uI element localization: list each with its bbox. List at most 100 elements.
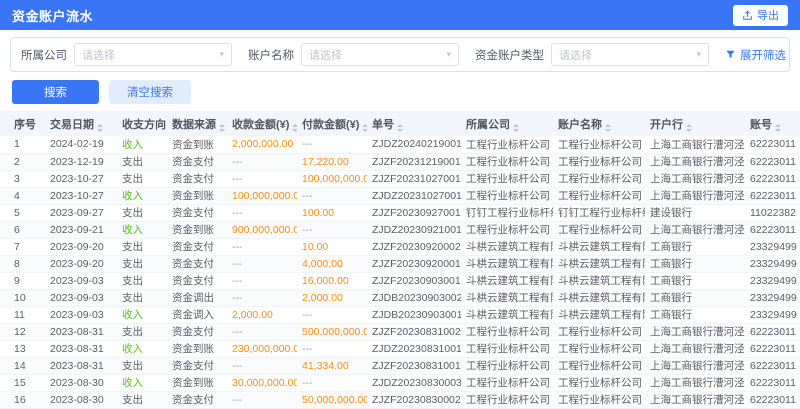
cell-company: 斗栱云建筑工程有限公司 bbox=[461, 289, 553, 306]
table-row[interactable]: 132023-08-31收入资金到账230,000,000.00---ZJDZ2… bbox=[0, 340, 800, 357]
cell-account_no: 23329499 bbox=[745, 306, 800, 323]
col-account_no[interactable]: 账号 bbox=[745, 111, 800, 136]
table-row[interactable]: 72023-09-20支出资金支付---10.00ZJZF20230920002… bbox=[0, 238, 800, 255]
cell-bank: 上海工商银行漕河泾支行 bbox=[645, 187, 745, 204]
table-row[interactable]: 152023-08-30收入资金到账30,000,000.00---ZJDZ20… bbox=[0, 374, 800, 391]
expand-filter-link[interactable]: 展开筛选 bbox=[725, 47, 786, 63]
table-row[interactable]: 162023-08-30支出资金支付---50,000,000.00ZJZF20… bbox=[0, 391, 800, 408]
cell-bank: 上海工商银行漕河泾支行 bbox=[645, 323, 745, 340]
cell-date: 2023-08-30 bbox=[45, 374, 117, 391]
cell-date: 2023-09-20 bbox=[45, 255, 117, 272]
cell-order_no: ZJZF20231219001 bbox=[367, 153, 461, 170]
cell-date: 2023-09-20 bbox=[45, 238, 117, 255]
col-out_amount[interactable]: 付款金额(¥) bbox=[297, 111, 367, 136]
table-row[interactable]: 12024-02-19收入资金到账2,000,000.00---ZJDZ2024… bbox=[0, 136, 800, 153]
cell-bank: 上海工商银行漕河泾支行 bbox=[645, 136, 745, 153]
chevron-down-icon: ▾ bbox=[219, 49, 224, 60]
table-row[interactable]: 122023-08-31支出资金支付---500,000,000.00ZJZF2… bbox=[0, 323, 800, 340]
flow-table: 序号交易日期收支方向数据来源收款金额(¥)付款金额(¥)单号所属公司账户名称开户… bbox=[0, 111, 800, 409]
table-row[interactable]: 92023-09-03支出资金支付---16,000.00ZJZF2023090… bbox=[0, 272, 800, 289]
cell-account_no: 23329499 bbox=[745, 255, 800, 272]
cell-bank: 上海工商银行漕河泾支行 bbox=[645, 221, 745, 238]
sort-icon bbox=[292, 124, 297, 132]
cell-no: 6 bbox=[0, 221, 45, 238]
table-body: 12024-02-19收入资金到账2,000,000.00---ZJDZ2024… bbox=[0, 136, 800, 409]
sort-icon bbox=[686, 124, 692, 132]
cell-bank: 上海工商银行漕河泾支行 bbox=[645, 374, 745, 391]
cell-direction: 收入 bbox=[117, 221, 167, 238]
cell-out_amount: 17,220.00 bbox=[297, 153, 367, 170]
cell-source: 资金到账 bbox=[167, 221, 227, 238]
cell-account_no: 11022382 bbox=[745, 204, 800, 221]
cell-out_amount: --- bbox=[297, 306, 367, 323]
filter-select-1[interactable]: 请选择 ▾ bbox=[301, 43, 459, 66]
cell-bank: 工商银行 bbox=[645, 272, 745, 289]
cell-account_name: 斗栱云建筑工程有限公司 bbox=[553, 255, 645, 272]
select-placeholder: 请选择 bbox=[309, 47, 342, 63]
cell-direction: 支出 bbox=[117, 391, 167, 408]
table-row[interactable]: 82023-09-20支出资金支付---4,000.00ZJZF20230920… bbox=[0, 255, 800, 272]
cell-direction: 支出 bbox=[117, 272, 167, 289]
cell-order_no: ZJDZ20230831001 bbox=[367, 340, 461, 357]
cell-no: 15 bbox=[0, 374, 45, 391]
cell-direction: 收入 bbox=[117, 306, 167, 323]
table-row[interactable]: 52023-09-27支出资金支付---100.00ZJZF2023092700… bbox=[0, 204, 800, 221]
filter-label: 资金账户类型 bbox=[475, 47, 544, 63]
filter-funnel-icon bbox=[725, 49, 736, 60]
cell-account_no: 62223011 bbox=[745, 374, 800, 391]
table-header-row: 序号交易日期收支方向数据来源收款金额(¥)付款金额(¥)单号所属公司账户名称开户… bbox=[0, 111, 800, 136]
col-order_no[interactable]: 单号 bbox=[367, 111, 461, 136]
col-direction[interactable]: 收支方向 bbox=[117, 111, 167, 136]
cell-account_name: 斗栱云建筑工程有限公司 bbox=[553, 289, 645, 306]
cell-company: 工程行业标杆公司 bbox=[461, 136, 553, 153]
table-row[interactable]: 62023-09-21收入资金到账900,000,000.00---ZJDZ20… bbox=[0, 221, 800, 238]
cell-account_no: 62223011 bbox=[745, 391, 800, 408]
sort-icon bbox=[97, 124, 103, 132]
clear-search-button[interactable]: 清空搜索 bbox=[109, 80, 191, 104]
table-row[interactable]: 42023-10-27收入资金到账100,000,000.00---ZJDZ20… bbox=[0, 187, 800, 204]
table-row[interactable]: 32023-10-27支出资金支付---100,000,000.00ZJZF20… bbox=[0, 170, 800, 187]
cell-date: 2023-10-27 bbox=[45, 170, 117, 187]
cell-source: 资金到账 bbox=[167, 136, 227, 153]
filter-select-2[interactable]: 请选择 ▾ bbox=[551, 43, 709, 66]
cell-bank: 上海工商银行漕河泾支行 bbox=[645, 357, 745, 374]
col-source[interactable]: 数据来源 bbox=[167, 111, 227, 136]
cell-account_name: 工程行业标杆公司 bbox=[553, 323, 645, 340]
cell-direction: 收入 bbox=[117, 136, 167, 153]
export-button-label: 导出 bbox=[757, 7, 779, 23]
filter-bar: 所属公司 请选择 ▾ 账户名称 请选择 ▾ 资金账户类型 请选择 ▾ 展开筛选 bbox=[10, 37, 790, 72]
cell-date: 2023-08-31 bbox=[45, 357, 117, 374]
table-row[interactable]: 112023-09-03收入资金调入2,000.00---ZJDB2023090… bbox=[0, 306, 800, 323]
cell-date: 2023-09-03 bbox=[45, 272, 117, 289]
cell-account_no: 62223011 bbox=[745, 357, 800, 374]
col-date[interactable]: 交易日期 bbox=[45, 111, 117, 136]
cell-order_no: ZJZF20230831002 bbox=[367, 323, 461, 340]
cell-account_name: 斗栱云建筑工程有限公司 bbox=[553, 272, 645, 289]
export-icon bbox=[742, 10, 753, 21]
cell-account_name: 工程行业标杆公司 bbox=[553, 187, 645, 204]
cell-source: 资金支付 bbox=[167, 272, 227, 289]
col-company[interactable]: 所属公司 bbox=[461, 111, 553, 136]
cell-direction: 收入 bbox=[117, 187, 167, 204]
cell-in_amount: --- bbox=[227, 357, 297, 374]
cell-source: 资金支付 bbox=[167, 391, 227, 408]
filter-select-0[interactable]: 请选择 ▾ bbox=[74, 43, 232, 66]
col-account_name[interactable]: 账户名称 bbox=[553, 111, 645, 136]
table-row[interactable]: 102023-09-03支出资金调出---2,000.00ZJDB2023090… bbox=[0, 289, 800, 306]
cell-in_amount: --- bbox=[227, 272, 297, 289]
search-button[interactable]: 搜索 bbox=[12, 80, 99, 104]
table-row[interactable]: 142023-08-31支出资金支付---41,334.00ZJZF202308… bbox=[0, 357, 800, 374]
col-in_amount[interactable]: 收款金额(¥) bbox=[227, 111, 297, 136]
cell-no: 7 bbox=[0, 238, 45, 255]
table-row[interactable]: 22023-12-19支出资金支付---17,220.00ZJZF2023121… bbox=[0, 153, 800, 170]
cell-date: 2023-08-31 bbox=[45, 323, 117, 340]
chevron-down-icon: ▾ bbox=[696, 49, 701, 60]
cell-no: 14 bbox=[0, 357, 45, 374]
sort-icon bbox=[397, 124, 403, 132]
cell-company: 钉钉工程行业标杆组织 bbox=[461, 204, 553, 221]
col-bank[interactable]: 开户行 bbox=[645, 111, 745, 136]
export-button[interactable]: 导出 bbox=[733, 5, 788, 26]
cell-direction: 支出 bbox=[117, 255, 167, 272]
cell-order_no: ZJDZ20231027001 bbox=[367, 187, 461, 204]
cell-date: 2023-09-27 bbox=[45, 204, 117, 221]
